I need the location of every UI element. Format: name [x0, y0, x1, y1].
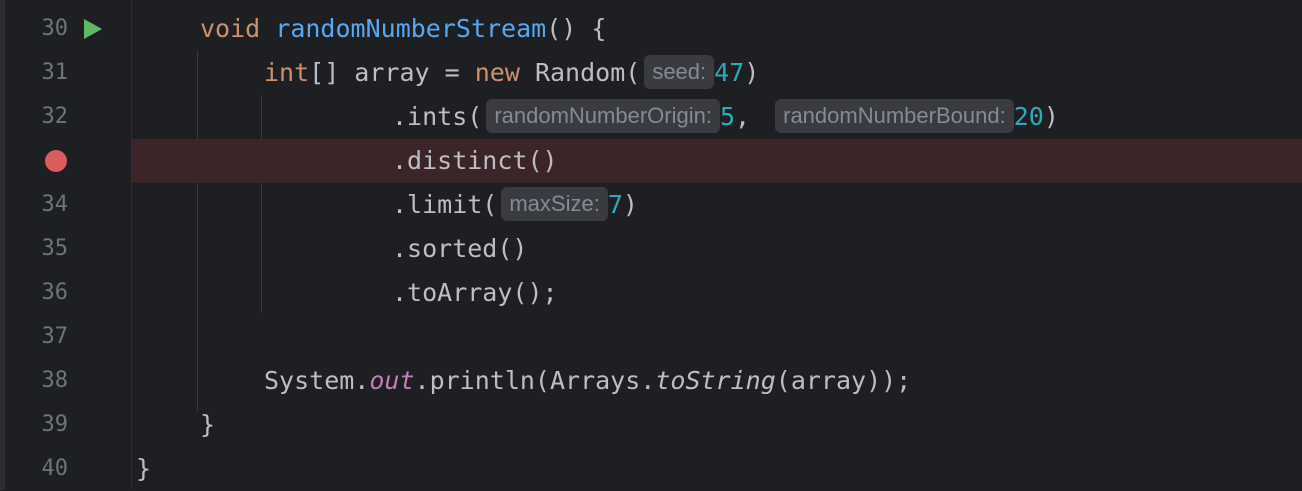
- code-line: 36 .toArray();: [0, 271, 1302, 315]
- code-line: 40 }: [0, 447, 1302, 491]
- code-editor[interactable]: 30 void randomNumberStream() { 31 int[] …: [0, 0, 1302, 490]
- number-literal: 5: [719, 102, 736, 131]
- code-token: ): [744, 58, 760, 87]
- code-text[interactable]: int[] array = new Random(seed: 47): [264, 51, 759, 95]
- method-name: randomNumberStream: [275, 14, 547, 43]
- code-token: (array));: [775, 366, 912, 395]
- static-method: toString: [655, 366, 776, 395]
- number-literal: 20: [1013, 102, 1044, 131]
- number-literal: 7: [607, 190, 623, 219]
- code-text[interactable]: .distinct(): [392, 139, 558, 183]
- code-token: .toArray();: [392, 278, 558, 307]
- line-number: 37: [41, 324, 69, 349]
- number-literal: 47: [714, 58, 745, 87]
- line-number: 35: [41, 236, 69, 261]
- code-line: 38 System.out.println(Arrays.toString(ar…: [0, 359, 1302, 403]
- keyword: void: [200, 14, 261, 43]
- parameter-hint: seed:: [644, 55, 715, 89]
- line-number: 39: [41, 412, 69, 437]
- line-number: 40: [41, 456, 69, 481]
- parameter-hint: maxSize:: [501, 187, 608, 221]
- code-token: .limit(: [392, 190, 498, 219]
- code-text[interactable]: .limit(maxSize: 7): [392, 183, 638, 227]
- line-number: 32: [41, 104, 69, 129]
- code-text[interactable]: .toArray();: [392, 271, 558, 315]
- code-token: }: [136, 454, 152, 483]
- code-line: 31 int[] array = new Random(seed: 47): [0, 51, 1302, 95]
- code-token: .distinct(): [392, 146, 558, 175]
- code-line: 30 void randomNumberStream() {: [0, 7, 1302, 51]
- keyword: new: [474, 58, 520, 87]
- code-text[interactable]: System.out.println(Arrays.toString(array…: [264, 359, 911, 403]
- line-number: 34: [41, 192, 69, 217]
- code-token: }: [200, 410, 216, 439]
- breakpoint-line: .distinct(): [0, 139, 1302, 183]
- code-line: 32 .ints(randomNumberOrigin: 5, randomNum…: [0, 95, 1302, 139]
- code-token: .ints(: [392, 102, 483, 131]
- line-number: 38: [41, 368, 69, 393]
- line-number: 36: [41, 280, 69, 305]
- code-line: 35 .sorted(): [0, 227, 1302, 271]
- code-text[interactable]: .sorted(): [392, 227, 527, 271]
- code-token: ): [1043, 102, 1059, 131]
- breakpoint-icon[interactable]: [44, 139, 68, 183]
- code-token: Random(: [519, 58, 641, 87]
- code-token: ): [622, 190, 638, 219]
- code-token: System.: [264, 366, 370, 395]
- code-line: 34 .limit(maxSize: 7): [0, 183, 1302, 227]
- code-token: [] array =: [309, 58, 475, 87]
- code-token: () {: [546, 14, 607, 43]
- code-text[interactable]: }: [136, 447, 151, 491]
- parameter-hint: randomNumberBound:: [775, 99, 1014, 133]
- keyword: int: [264, 58, 310, 87]
- code-text[interactable]: void randomNumberStream() {: [200, 7, 606, 51]
- line-number: 31: [41, 60, 69, 85]
- line-number: 30: [41, 16, 69, 41]
- code-text[interactable]: }: [200, 403, 215, 447]
- code-token: ,: [735, 102, 766, 131]
- code-line: 37: [0, 315, 1302, 359]
- run-gutter-icon[interactable]: [81, 7, 105, 51]
- code-token: .sorted(): [392, 234, 528, 263]
- parameter-hint: randomNumberOrigin:: [486, 99, 720, 133]
- code-token: .println(Arrays.: [414, 366, 656, 395]
- code-text[interactable]: .ints(randomNumberOrigin: 5, randomNumber…: [392, 95, 1059, 139]
- static-field: out: [369, 366, 415, 395]
- code-line: 39 }: [0, 403, 1302, 447]
